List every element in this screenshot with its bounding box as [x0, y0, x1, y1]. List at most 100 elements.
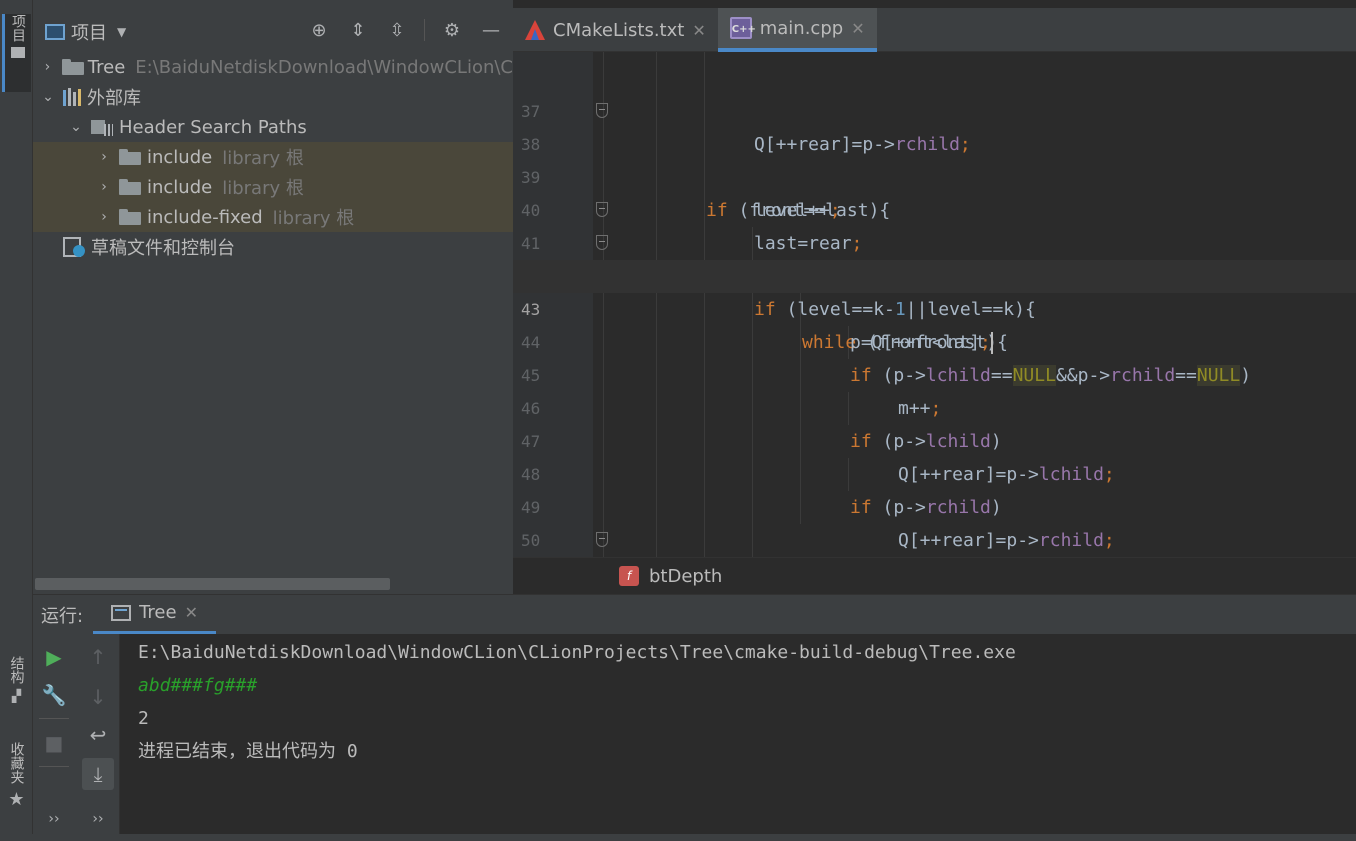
folder-icon: [11, 47, 25, 58]
code-line[interactable]: 39 level++;: [513, 128, 1356, 221]
project-panel-title[interactable]: 项目: [71, 19, 107, 45]
function-icon: f: [619, 566, 639, 586]
star-icon: ★: [8, 789, 25, 810]
code-line[interactable]: 44 if (p->lchild==NULL&&p->rchild==NULL): [513, 293, 1356, 386]
arrow-up-icon[interactable]: ↑: [83, 642, 113, 672]
chevron-down-icon[interactable]: ⌄: [69, 119, 83, 135]
more-icon[interactable]: ››: [39, 804, 69, 834]
chevron-down-icon[interactable]: ⌄: [41, 89, 55, 105]
side-tab-project-label: 项目: [10, 14, 26, 42]
tree-item-external-libraries[interactable]: ⌄ 外部库: [33, 82, 513, 112]
side-tab-favorites[interactable]: 收藏夹 ★: [2, 742, 31, 810]
code-line[interactable]: 46 if (p->lchild): [513, 359, 1356, 452]
wrench-icon[interactable]: 🔧: [39, 680, 69, 710]
tab-label: CMakeLists.txt: [553, 19, 685, 41]
run-toolbar: ▶ ↑ 🔧 ↓ ↩ ■ ⤓ ›› ››: [33, 634, 120, 834]
tree-item-label: include: [147, 146, 213, 168]
collapse-all-icon[interactable]: ⇳: [385, 18, 409, 42]
code-line[interactable]: 48 if (p->rchild): [513, 425, 1356, 518]
library-icon: [63, 88, 81, 106]
chevron-right-icon[interactable]: ›: [97, 209, 111, 225]
breadcrumb-function[interactable]: btDepth: [649, 566, 722, 587]
gear-icon[interactable]: ⚙: [440, 18, 464, 42]
project-panel-toolbar: ⊕ ⇕ ⇳ ⚙ —: [307, 18, 503, 42]
tree-item-include[interactable]: › include library 根: [33, 172, 513, 202]
tree-item-include[interactable]: › include library 根: [33, 142, 513, 172]
tree-item-suffix: library 根: [272, 208, 355, 229]
side-tab-structure[interactable]: 结构 ▞: [2, 656, 31, 703]
tree-item-label: include-fixed: [147, 206, 263, 228]
side-tab-favorites-label: 收藏夹: [8, 742, 25, 784]
tree-item-header-search-paths[interactable]: ⌄ Header Search Paths: [33, 112, 513, 142]
rerun-icon[interactable]: ▶: [39, 642, 69, 672]
code-line[interactable]: 45 m++;: [513, 326, 1356, 419]
code-line[interactable]: 51 }: [513, 524, 1356, 557]
arrow-down-icon[interactable]: ↓: [83, 682, 113, 712]
cmake-icon: [525, 20, 545, 40]
tab-run-tree[interactable]: Tree ✕: [93, 594, 216, 635]
code-line[interactable]: 49 Q[++rear]=p->rchild;: [513, 458, 1356, 551]
tree-item-include-fixed[interactable]: › include-fixed library 根: [33, 202, 513, 232]
code-line-current[interactable]: 43 p=Q[++front];: [513, 260, 1356, 354]
tree-item-label: include: [147, 176, 213, 198]
side-tab-project[interactable]: 项目: [2, 14, 31, 92]
code-line[interactable]: 42 while (front<last){: [513, 227, 1356, 353]
more-icon[interactable]: ››: [83, 804, 113, 834]
code-editor[interactable]: 37 Q[++rear]=p->rchild; 38 if (front==la…: [513, 52, 1356, 557]
code-line[interactable]: 40 last=rear;: [513, 161, 1356, 254]
fold-marker-icon[interactable]: [596, 235, 608, 250]
code-line[interactable]: 37 Q[++rear]=p->rchild;: [513, 62, 1356, 155]
chevron-right-icon[interactable]: ›: [41, 59, 54, 75]
stop-icon[interactable]: ■: [39, 728, 69, 758]
fold-marker-icon[interactable]: [596, 202, 608, 217]
cpp-file-icon: C++: [729, 17, 756, 39]
tree-item-label: 草稿文件和控制台: [91, 238, 235, 259]
console-exit-message: 进程已结束，退出代码为 0: [138, 741, 358, 762]
chevron-right-icon[interactable]: ›: [97, 179, 111, 195]
fold-marker-icon[interactable]: [596, 103, 608, 118]
scratch-icon: [63, 237, 85, 257]
horizontal-scrollbar[interactable]: [35, 578, 390, 590]
expand-all-icon[interactable]: ⇕: [346, 18, 370, 42]
folder-icon: [119, 179, 141, 195]
minimize-icon[interactable]: —: [479, 18, 503, 42]
scroll-to-end-icon[interactable]: ⤓: [82, 758, 114, 790]
fold-marker-icon[interactable]: [596, 532, 608, 547]
tree-item-label: Tree: [87, 56, 126, 78]
run-panel-label: 运行:: [41, 605, 84, 627]
console-user-input: abd###fg###: [138, 675, 258, 696]
code-line[interactable]: 50 last=rear;: [513, 491, 1356, 550]
chevron-right-icon[interactable]: ›: [97, 149, 111, 165]
run-tab-label: Tree: [139, 602, 177, 623]
toolbar-divider: [39, 766, 69, 767]
console-exe-path: E:\BaiduNetdiskDownload\WindowCLion\CLio…: [138, 642, 1016, 663]
editor-tab-bar: CMakeLists.txt ✕ C++ main.cpp ✕: [513, 8, 1356, 52]
left-tool-stripe: 项目 结构 ▞ 收藏夹 ★: [0, 0, 33, 841]
console-icon: [111, 604, 132, 621]
folder-icon: [119, 209, 141, 225]
code-line[interactable]: 47 Q[++rear]=p->lchild;: [513, 392, 1356, 485]
top-navigation-strip: [33, 0, 513, 8]
tree-item-path: E:\BaiduNetdiskDownload\WindowCLion\C: [135, 56, 513, 78]
close-icon[interactable]: ✕: [692, 21, 705, 40]
code-line[interactable]: 38 if (front==last){: [513, 95, 1356, 221]
toolbar-divider: [39, 718, 69, 719]
chevron-down-icon[interactable]: ▼: [117, 25, 126, 39]
run-panel-header: 运行: Tree ✕: [33, 594, 1356, 635]
tree-item-tree-project[interactable]: › Tree E:\BaiduNetdiskDownload\WindowCLi…: [33, 52, 513, 82]
close-icon[interactable]: ✕: [185, 603, 198, 622]
code-line[interactable]: 41 if (level==k-1||level==k){: [513, 194, 1356, 320]
folder-icon: [61, 59, 84, 75]
tab-cmakelists[interactable]: CMakeLists.txt ✕: [513, 8, 718, 52]
editor-breadcrumb: f btDepth: [513, 557, 1356, 594]
tab-main-cpp[interactable]: C++ main.cpp ✕: [717, 8, 877, 52]
toolbar-divider: [424, 19, 425, 41]
close-icon[interactable]: ✕: [851, 19, 864, 38]
console-output[interactable]: E:\BaiduNetdiskDownload\WindowCLion\CLio…: [120, 634, 1356, 834]
locate-icon[interactable]: ⊕: [307, 18, 331, 42]
tree-item-label: Header Search Paths: [119, 116, 307, 138]
folder-icon: [119, 149, 141, 165]
soft-wrap-icon[interactable]: ↩: [83, 720, 113, 750]
tree-item-suffix: library 根: [222, 148, 304, 169]
tree-item-scratches[interactable]: 草稿文件和控制台: [33, 232, 513, 262]
